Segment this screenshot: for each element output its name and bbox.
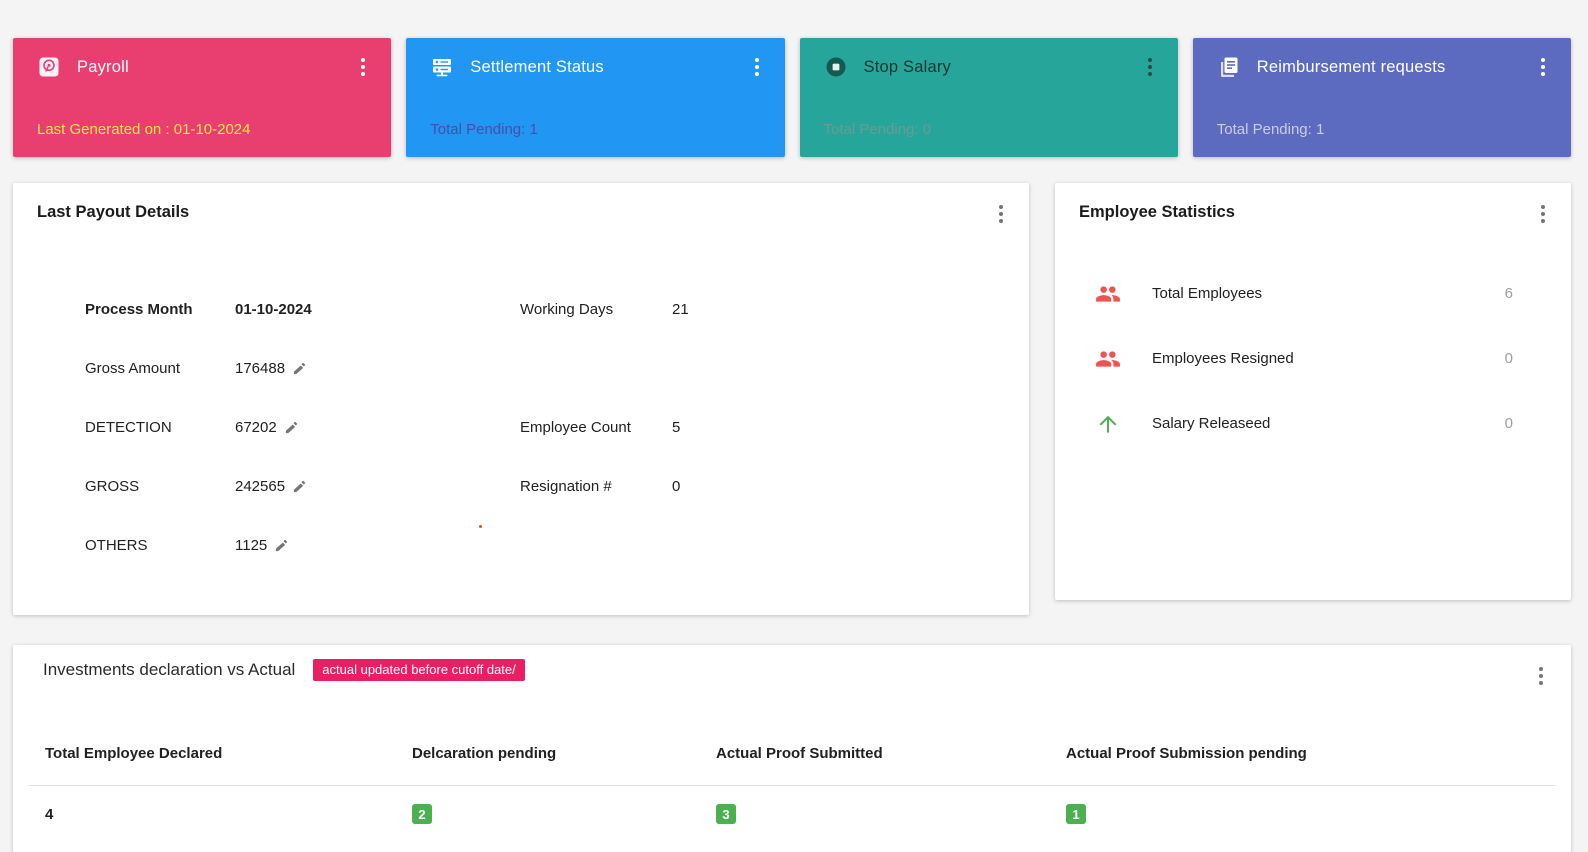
edit-icon[interactable] <box>274 538 289 553</box>
edit-icon[interactable] <box>284 420 299 435</box>
kebab-menu-icon[interactable] <box>1146 56 1154 78</box>
kebab-menu-icon[interactable] <box>753 56 761 78</box>
payroll-card-header: Payroll <box>37 55 367 79</box>
dashboard: Payroll Last Generated on : 01-10-2024 <box>0 0 1588 852</box>
investments-table-row: 4 2 3 1 <box>29 786 1555 842</box>
employee-statistics-title: Employee Statistics <box>1079 203 1235 222</box>
reimbursement-card-title: Reimbursement requests <box>1257 58 1446 77</box>
summary-cards-row: Payroll Last Generated on : 01-10-2024 <box>13 38 1571 157</box>
kebab-menu-icon[interactable] <box>359 56 367 78</box>
stat-row-salary-released: Salary Releaseed 0 <box>1055 391 1571 456</box>
field-label: Process Month <box>85 280 235 339</box>
column-header: Actual Proof Submission pending <box>1050 721 1555 785</box>
people-icon <box>1095 281 1121 307</box>
arrow-up-icon <box>1095 411 1121 437</box>
last-payout-details-card: Last Payout Details Process Month 01-10-… <box>13 183 1029 615</box>
field-label: DETECTION <box>85 398 235 457</box>
column-header: Total Employee Declared <box>29 721 396 785</box>
stat-row-employees-resigned: Employees Resigned 0 <box>1055 326 1571 391</box>
field-value-editable: 1125 <box>235 516 520 575</box>
column-header: Actual Proof Submitted <box>700 721 1050 785</box>
field-value: 21 <box>672 280 1029 339</box>
reimbursement-total-pending: Total Pending: 1 <box>1217 121 1547 138</box>
investments-table: Total Employee Declared Delcaration pend… <box>29 721 1555 842</box>
field-value: 01-10-2024 <box>235 280 520 339</box>
proof-pending-badge[interactable]: 1 <box>1066 804 1086 824</box>
field-value: 242565 <box>235 478 285 495</box>
stop-salary-total-pending: Total Pending: 0 <box>824 121 1154 138</box>
reimbursement-requests-card[interactable]: Reimbursement requests Total Pending: 1 <box>1193 38 1571 157</box>
kebab-menu-icon[interactable] <box>1539 203 1547 225</box>
red-dot-marker <box>479 525 482 528</box>
edit-icon[interactable] <box>292 361 307 376</box>
people-icon <box>1095 346 1121 372</box>
settlement-card-title: Settlement Status <box>470 58 604 77</box>
stat-value: 0 <box>1505 350 1513 367</box>
field-value-editable: 176488 <box>235 339 520 398</box>
field-label: Employee Count <box>520 398 672 457</box>
kebab-menu-icon[interactable] <box>997 203 1005 225</box>
payroll-card-title: Payroll <box>77 58 129 77</box>
kebab-menu-icon[interactable] <box>1539 56 1547 78</box>
field-label: OTHERS <box>85 516 235 575</box>
field-value: 67202 <box>235 419 277 436</box>
settlement-status-card[interactable]: Settlement Status Total Pending: 1 <box>406 38 784 157</box>
payroll-last-generated: Last Generated on : 01-10-2024 <box>37 121 367 138</box>
investments-title: Investments declaration vs Actual <box>43 657 295 683</box>
server-icon <box>430 55 454 79</box>
field-value: 1125 <box>235 537 267 554</box>
field-label: Gross Amount <box>85 339 235 398</box>
payroll-disk-icon <box>37 55 61 79</box>
field-value: 5 <box>672 398 1029 457</box>
field-value-editable: 242565 <box>235 457 520 516</box>
stop-salary-card-title: Stop Salary <box>864 58 952 77</box>
stop-icon <box>824 55 848 79</box>
field-label: GROSS <box>85 457 235 516</box>
stat-label: Total Employees <box>1152 285 1262 302</box>
field-label: Working Days <box>520 280 672 339</box>
payout-fields: Process Month 01-10-2024 Working Days 21… <box>85 280 1029 575</box>
last-payout-title: Last Payout Details <box>37 203 189 222</box>
kebab-menu-icon[interactable] <box>1537 665 1545 687</box>
total-declared-value: 4 <box>45 806 53 823</box>
settlement-total-pending: Total Pending: 1 <box>430 121 760 138</box>
declaration-pending-badge[interactable]: 2 <box>412 804 432 824</box>
stat-value: 0 <box>1505 415 1513 432</box>
documents-icon <box>1217 55 1241 79</box>
field-value: 176488 <box>235 360 285 377</box>
column-header: Delcaration pending <box>396 721 700 785</box>
cutoff-date-badge: actual updated before cutoff date/ <box>313 659 524 681</box>
field-value: 0 <box>672 457 1029 516</box>
field-label: Resignation # <box>520 457 672 516</box>
stat-row-total-employees: Total Employees 6 <box>1055 261 1571 326</box>
field-value-editable: 67202 <box>235 398 520 457</box>
stop-salary-card-header: Stop Salary <box>824 55 1154 79</box>
stop-salary-card[interactable]: Stop Salary Total Pending: 0 <box>800 38 1178 157</box>
reimbursement-card-header: Reimbursement requests <box>1217 55 1547 79</box>
proof-submitted-badge[interactable]: 3 <box>716 804 736 824</box>
employee-statistics-card: Employee Statistics Total Employees 6 E <box>1055 183 1571 600</box>
settlement-card-header: Settlement Status <box>430 55 760 79</box>
payroll-card[interactable]: Payroll Last Generated on : 01-10-2024 <box>13 38 391 157</box>
edit-icon[interactable] <box>292 479 307 494</box>
investments-table-header: Total Employee Declared Delcaration pend… <box>29 721 1555 786</box>
investments-declaration-card: Investments declaration vs Actual actual… <box>13 645 1571 852</box>
stat-label: Salary Releaseed <box>1152 415 1270 432</box>
stat-label: Employees Resigned <box>1152 350 1294 367</box>
stat-value: 6 <box>1505 285 1513 302</box>
